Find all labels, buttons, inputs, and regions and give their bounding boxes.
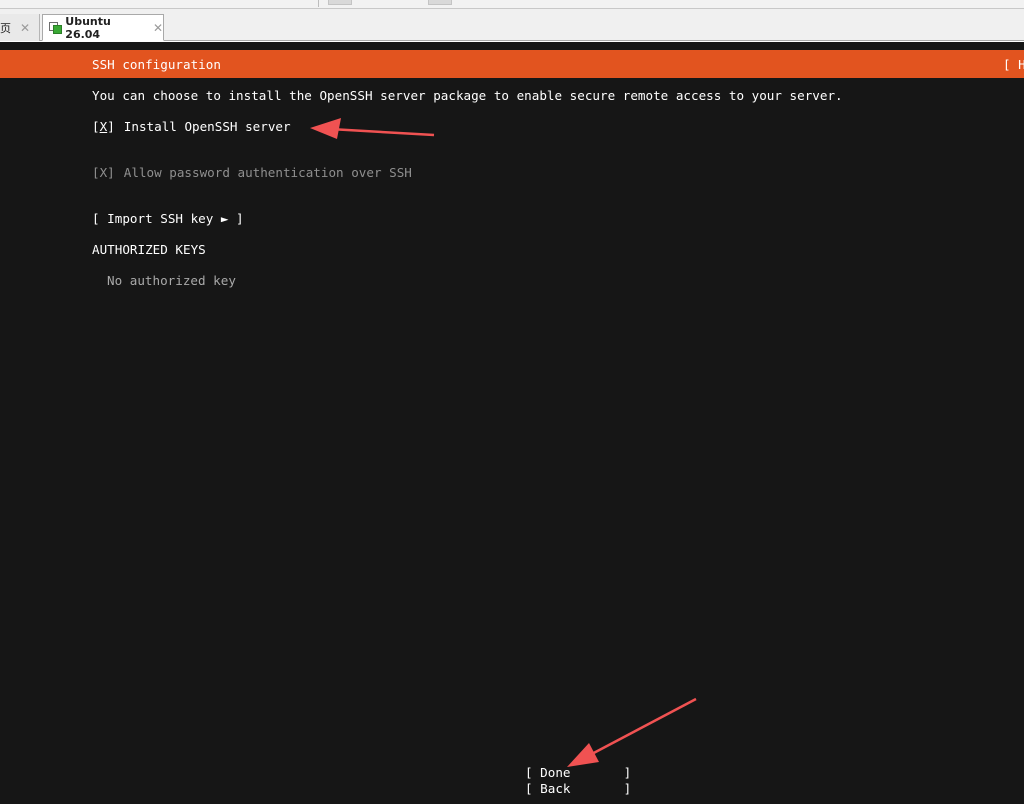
toolbar-separator [318,0,319,7]
close-icon[interactable]: ✕ [20,21,30,35]
tab-ubuntu-vm-label: Ubuntu 26.04 [65,14,111,41]
no-authorized-key-text: No authorized key [107,273,236,288]
vm-console[interactable]: SSH configuration [ H You can choose to … [0,42,1024,804]
allow-password-checkbox[interactable]: [X] Allow password authentication over SS… [92,165,412,181]
host-toolbar [0,0,1024,9]
toolbar-button[interactable] [428,0,452,5]
tab-ubuntu-vm[interactable]: Ubuntu 26.04 ✕ [42,14,164,41]
virtual-machine-icon [49,21,62,34]
back-button[interactable]: [ Back ] [525,781,631,797]
checkbox-open-bracket: [ [92,119,100,134]
import-ssh-key-button[interactable]: [ Import SSH key ► ] [92,211,244,227]
checkbox-mark: [X] [92,165,115,180]
close-icon[interactable]: ✕ [153,21,163,35]
intro-text: You can choose to install the OpenSSH se… [92,88,843,103]
checkbox-close-bracket: ] [107,119,115,134]
done-button[interactable]: [ Done ] [525,765,631,781]
installer-header-bar: SSH configuration [ H [0,50,1024,78]
page-title: SSH configuration [92,57,221,72]
authorized-keys-heading: AUTHORIZED KEYS [92,242,206,257]
allow-password-label: Allow password authentication over SSH [123,165,412,180]
install-openssh-checkbox[interactable]: [X] Install OpenSSH server [92,119,291,135]
install-openssh-label: Install OpenSSH server [123,119,291,134]
help-button[interactable]: [ H [1003,57,1024,72]
toolbar-button[interactable] [328,0,352,5]
host-tab-bar: 页 ✕ Ubuntu 26.04 ✕ [0,9,1024,41]
tab-home[interactable]: 页 ✕ [0,14,40,41]
tab-home-label: 页 [0,21,11,35]
